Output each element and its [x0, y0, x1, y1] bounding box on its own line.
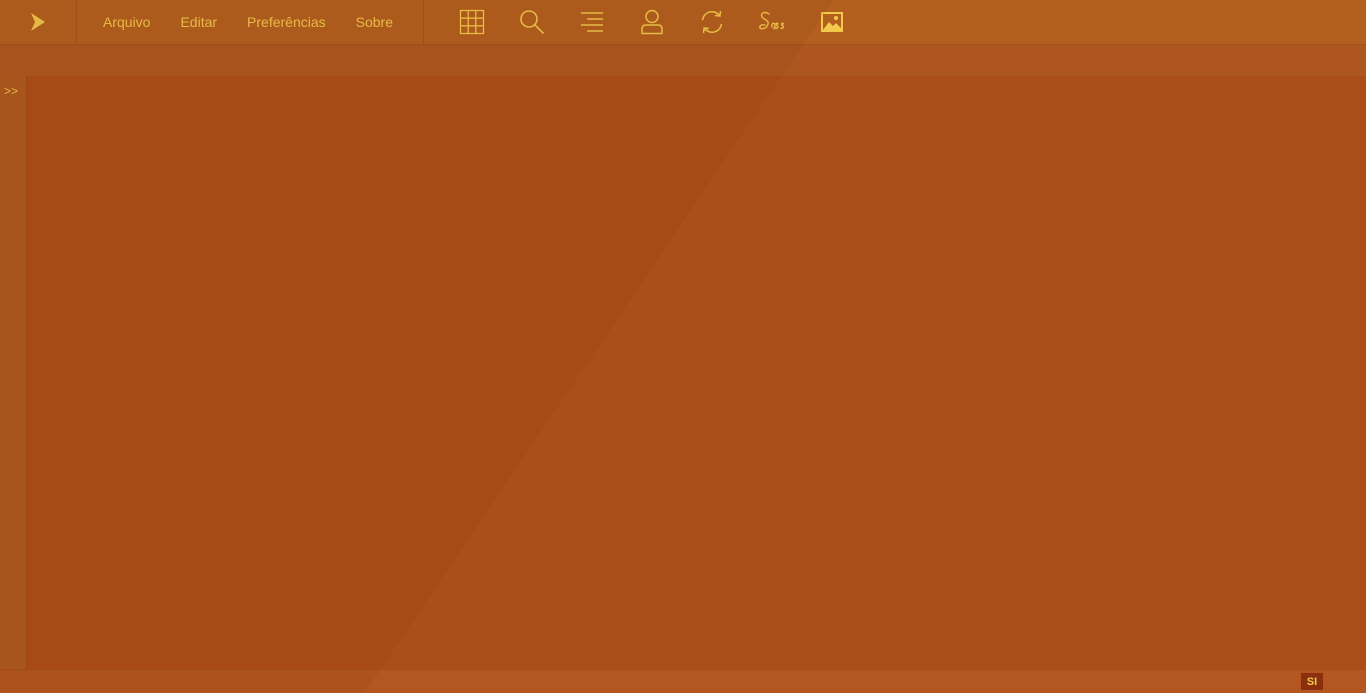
grid-icon — [459, 9, 485, 35]
app-logo[interactable] — [0, 0, 77, 44]
image-icon — [821, 12, 843, 32]
user-icon — [641, 9, 663, 35]
image-button[interactable] — [802, 0, 862, 44]
editor-area[interactable] — [27, 76, 1366, 669]
status-badge[interactable]: SI — [1301, 673, 1323, 690]
toolbar — [424, 0, 862, 44]
search-button[interactable] — [502, 0, 562, 44]
play-logo-icon — [31, 13, 45, 31]
user-button[interactable] — [622, 0, 682, 44]
refresh-button[interactable] — [682, 0, 742, 44]
expand-sidebar-toggle[interactable]: >> — [4, 84, 18, 98]
sass-button[interactable] — [742, 0, 802, 44]
status-bar: SI — [0, 669, 1366, 693]
sass-icon — [759, 11, 785, 30]
menu-item-editar[interactable]: Editar — [165, 14, 232, 30]
align-right-icon — [581, 12, 603, 32]
side-gutter: >> — [0, 76, 27, 669]
tab-strip — [0, 45, 1366, 76]
main-menu: Arquivo Editar Preferências Sobre — [77, 0, 424, 44]
search-icon — [520, 10, 545, 35]
top-bar: Arquivo Editar Preferências Sobre — [0, 0, 1366, 45]
menu-item-preferencias[interactable]: Preferências — [232, 14, 341, 30]
menu-item-arquivo[interactable]: Arquivo — [88, 14, 165, 30]
align-right-button[interactable] — [562, 0, 622, 44]
refresh-icon — [701, 10, 723, 34]
grid-button[interactable] — [442, 0, 502, 44]
menu-item-sobre[interactable]: Sobre — [341, 14, 408, 30]
